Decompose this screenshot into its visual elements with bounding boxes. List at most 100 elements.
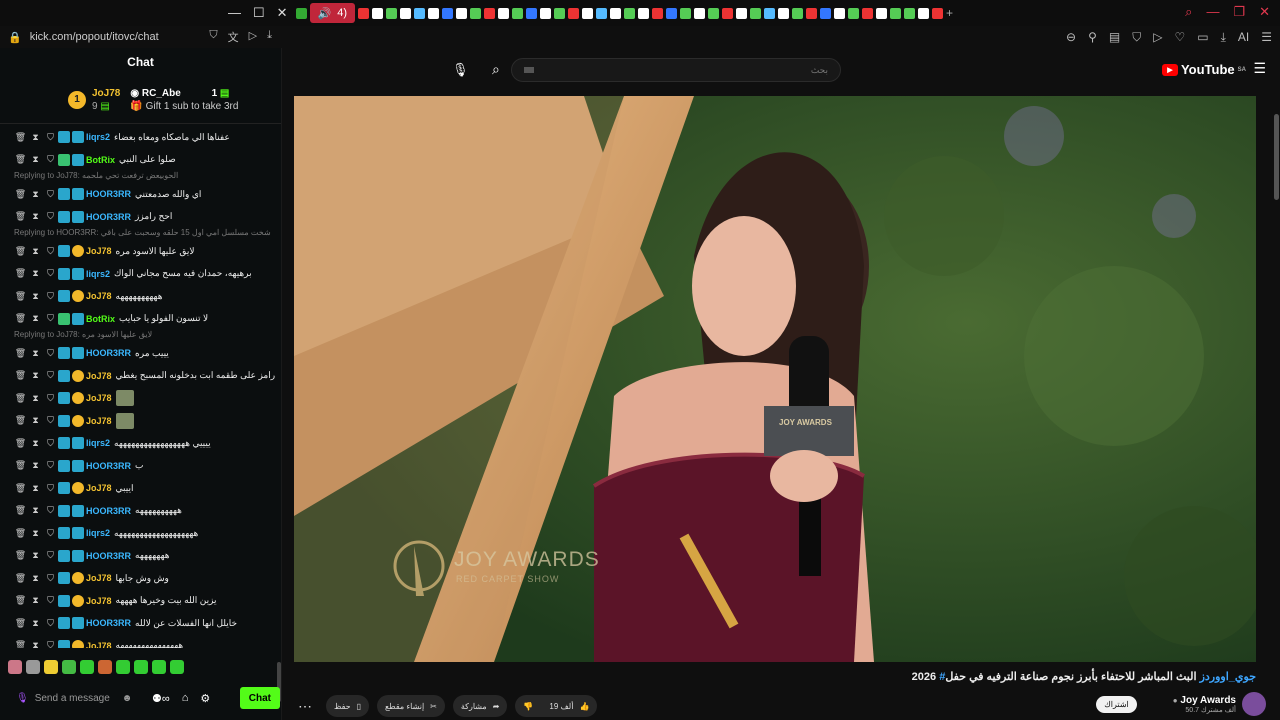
chat-username[interactable]: JoJ78 — [86, 291, 112, 301]
chat-username[interactable]: liqrs2 — [86, 132, 110, 142]
emote[interactable] — [134, 660, 148, 674]
timeout-icon[interactable]: ⧗ — [28, 618, 43, 629]
emote[interactable] — [98, 660, 112, 674]
chat-message[interactable]: 🗑 ⧗ ⛉ JoJ78 هههههههههههههههه — [0, 637, 282, 648]
timeout-icon[interactable]: ⧗ — [28, 393, 43, 404]
video-player[interactable]: JOY AWARDS RED CARPET SHOW JOY AWARDS — [294, 96, 1256, 662]
chat-message[interactable]: 🗑 ⧗ ⛉ liqrs2 ييييي هههههههههههههههههه — [0, 434, 282, 452]
download-icon[interactable]: ⤓ — [1221, 30, 1226, 45]
message-input[interactable]: 🎙 Send a message ☻ — [8, 686, 138, 710]
close-icon[interactable]: ✕ — [277, 5, 288, 21]
shield-icon[interactable]: ⛉ — [43, 370, 58, 381]
chat-message[interactable]: 🗑 ⧗ ⛉ JoJ78 وش وش جابها — [0, 569, 282, 587]
timeout-icon[interactable]: ⧗ — [28, 211, 43, 222]
shield-icon[interactable]: ⛉ — [43, 618, 58, 629]
channel-avatar[interactable] — [1242, 692, 1266, 716]
tab-favicon[interactable] — [554, 7, 566, 19]
tab-favicon[interactable] — [792, 7, 804, 19]
timeout-icon[interactable]: ⧗ — [28, 573, 43, 584]
chat-username[interactable]: HOOR3RR — [86, 189, 131, 199]
shield-icon[interactable]: ⛉ — [43, 132, 58, 143]
wallet-icon[interactable]: ▭ — [1197, 30, 1208, 45]
timeout-icon[interactable]: ⧗ — [28, 438, 43, 449]
maximize-icon[interactable]: ☐ — [253, 5, 265, 21]
delete-icon[interactable]: 🗑 — [13, 132, 28, 143]
timeout-icon[interactable]: ⧗ — [28, 640, 43, 648]
tab-active[interactable]: 🔊 4) — [309, 3, 356, 23]
delete-icon[interactable]: 🗑 — [13, 313, 28, 324]
timeout-icon[interactable]: ⧗ — [28, 415, 43, 426]
shield-icon[interactable]: ⛉ — [43, 291, 58, 302]
tab-favicon[interactable] — [638, 7, 650, 19]
shield-icon[interactable]: ⛉ — [43, 246, 58, 257]
chat-username[interactable]: BotRix — [86, 155, 115, 165]
delete-icon[interactable]: 🗑 — [13, 211, 28, 222]
chat-username[interactable]: JoJ78 — [86, 596, 112, 606]
reader-icon[interactable]: ▤ — [1109, 30, 1120, 45]
delete-icon[interactable]: 🗑 — [13, 268, 28, 279]
delete-icon[interactable]: 🗑 — [13, 483, 28, 494]
chat-username[interactable]: HOOR3RR — [86, 348, 131, 358]
shield-icon[interactable]: ⛉ — [43, 595, 58, 606]
delete-icon[interactable]: 🗑 — [13, 154, 28, 165]
chat-message[interactable]: 🗑 ⧗ ⛉ HOOR3RR اي والله صدمعتني — [0, 185, 282, 203]
chat-message[interactable]: 🗑 ⧗ ⛉ JoJ78 — [0, 412, 282, 430]
chat-username[interactable]: HOOR3RR — [86, 212, 131, 222]
clip-button[interactable]: إنشاء مقطع ✂ — [377, 695, 445, 717]
shield-icon[interactable]: ⛉ — [43, 211, 58, 222]
tab-favicon[interactable] — [918, 7, 930, 19]
delete-icon[interactable]: 🗑 — [13, 618, 28, 629]
delete-icon[interactable]: 🗑 — [13, 573, 28, 584]
more-icon[interactable]: ⋯ — [298, 698, 312, 715]
emote[interactable] — [62, 660, 76, 674]
minimize-icon[interactable]: — — [228, 5, 241, 21]
tab-favicon[interactable] — [652, 7, 664, 19]
store-icon[interactable]: ⌂ — [182, 692, 189, 704]
chat-username[interactable]: HOOR3RR — [86, 506, 131, 516]
tab-favicon[interactable] — [904, 7, 916, 19]
shield-icon[interactable]: ⛉ — [43, 154, 58, 165]
chat-username[interactable]: JoJ78 — [86, 393, 112, 403]
chat-username[interactable]: liqrs2 — [86, 269, 110, 279]
save-button[interactable]: حفظ ▯ — [326, 695, 369, 717]
emote[interactable] — [8, 660, 22, 674]
win-minimize-icon[interactable]: — — [1206, 4, 1219, 20]
shield-icon[interactable]: ⛉ — [43, 483, 58, 494]
delete-icon[interactable]: 🗑 — [13, 550, 28, 561]
pin-icon[interactable]: ⚲ — [1088, 30, 1097, 45]
address-url[interactable]: kick.com/popout/itovc/chat — [30, 31, 210, 43]
shield-icon[interactable]: ⛉ — [43, 393, 58, 404]
tab-favicon[interactable] — [834, 7, 846, 19]
shield-icon[interactable]: ⛉ — [43, 415, 58, 426]
delete-icon[interactable]: 🗑 — [13, 246, 28, 257]
tab-favicon[interactable] — [624, 7, 636, 19]
chat-message[interactable]: 🗑 ⧗ ⛉ HOOR3RR هههههههه — [0, 547, 282, 565]
timeout-icon[interactable]: ⧗ — [28, 348, 43, 359]
translate-icon[interactable]: 文 — [228, 29, 239, 45]
chat-username[interactable]: JoJ78 — [86, 573, 112, 583]
chat-message[interactable]: 🗑 ⧗ ⛉ JoJ78 يزين الله بيت وخيرها ههههه — [0, 592, 282, 610]
chat-messages[interactable]: 🗑 ⧗ ⛉ liqrs2 عفناها الي ماصكاه ومعاه بعضاء 🗑 ⧗… — [0, 124, 282, 648]
menu-icon[interactable]: ☰ — [1253, 60, 1266, 77]
chat-message[interactable]: 🗑 ⧗ ⛉ HOOR3RR يييب مره — [0, 344, 282, 362]
channel-name[interactable]: Joy Awards — [1180, 695, 1236, 706]
address-bar[interactable]: 🔒 kick.com/popout/itovc/chat ⛉ 文 ▷ ⤓ — [0, 26, 280, 48]
tab-favicon[interactable] — [862, 7, 874, 19]
tab-favicon[interactable] — [540, 7, 552, 19]
tab-favicon[interactable] — [470, 7, 482, 19]
chat-message[interactable]: 🗑 ⧗ ⛉ BotRix لا تنسون الفولو يا حبايب — [0, 310, 282, 328]
ai-icon[interactable]: AI — [1238, 30, 1249, 45]
tab-favicon[interactable] — [442, 7, 454, 19]
chat-username[interactable]: JoJ78 — [86, 483, 112, 493]
timeout-icon[interactable]: ⧗ — [28, 132, 43, 143]
dislike-icon[interactable]: 👎 — [523, 702, 533, 711]
share-button[interactable]: مشاركة ➦ — [452, 695, 508, 717]
timeout-icon[interactable]: ⧗ — [28, 528, 43, 539]
delete-icon[interactable]: 🗑 — [13, 595, 28, 606]
page-scrollbar[interactable] — [1272, 48, 1280, 720]
win-restore-icon[interactable]: ❐ — [1233, 4, 1245, 20]
chat-message[interactable]: 🗑 ⧗ ⛉ HOOR3RR ب — [0, 457, 282, 475]
tab-favicon[interactable] — [736, 7, 748, 19]
win-close-icon[interactable]: ✕ — [1259, 4, 1270, 20]
timeout-icon[interactable]: ⧗ — [28, 189, 43, 200]
